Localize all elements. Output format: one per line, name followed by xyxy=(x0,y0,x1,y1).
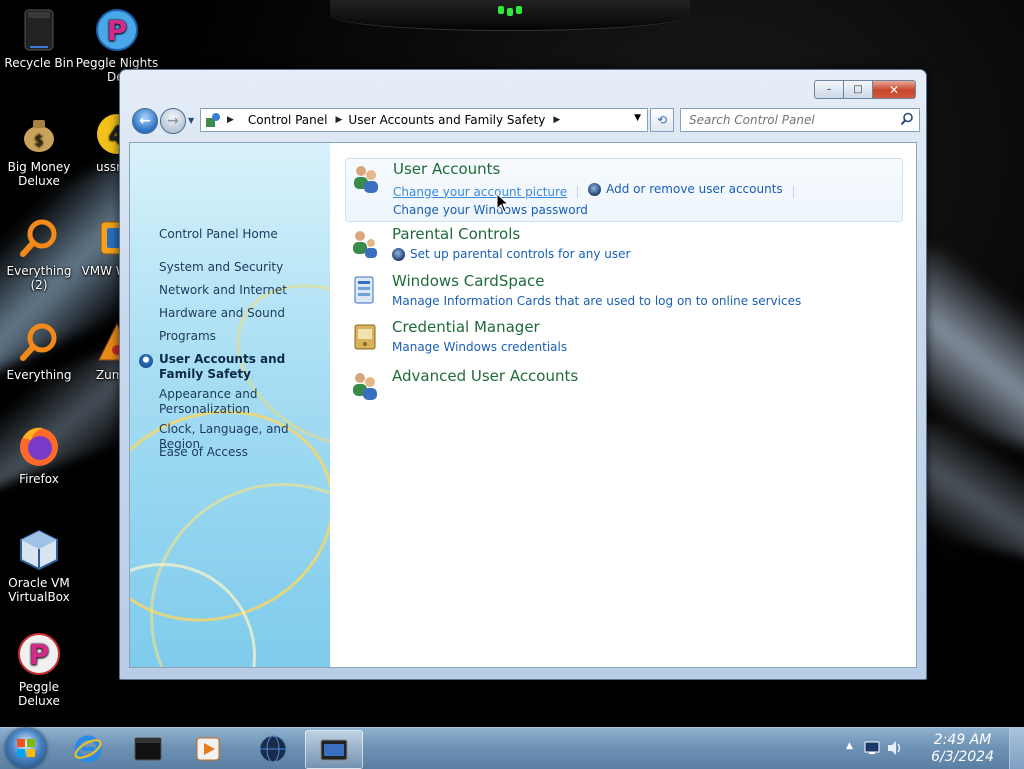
nav-user-accounts-and-family-safety[interactable]: User Accounts and Family Safety xyxy=(159,352,324,382)
search-box[interactable] xyxy=(680,108,920,132)
taskbar-internet-explorer[interactable] xyxy=(60,730,116,767)
internet-explorer-icon xyxy=(74,735,102,762)
magnifier-icon xyxy=(17,320,61,364)
add-remove-accounts-link[interactable]: Add or remove user accounts xyxy=(588,180,783,198)
wallpaper-top-ornament xyxy=(330,0,690,31)
refresh-button[interactable]: ⟲ xyxy=(650,108,674,132)
breadcrumb-user-accounts[interactable]: User Accounts and Family Safety ▶ xyxy=(348,113,560,127)
nav-control-panel-home[interactable]: Control Panel Home xyxy=(159,227,324,242)
nav-system-and-security[interactable]: System and Security xyxy=(159,260,324,275)
uac-shield-icon xyxy=(392,247,405,261)
uac-shield-icon xyxy=(588,182,602,196)
desktop-icon-virtualbox[interactable]: Oracle VM VirtualBox xyxy=(0,528,81,604)
category-credential-manager: Credential Manager Manage Windows creden… xyxy=(345,317,901,359)
back-arrow-icon: ← xyxy=(139,113,151,129)
content-area: Control Panel Home System and Security N… xyxy=(129,142,917,668)
control-panel-window-icon xyxy=(320,739,348,760)
desktop-icon-big-money[interactable]: $ Big Money Deluxe xyxy=(0,112,81,188)
setup-parental-controls-link[interactable]: Set up parental controls for any user xyxy=(392,245,630,263)
mouse-cursor-icon xyxy=(496,193,510,213)
system-tray: ▲ 2:49 AM 6/3/2024 xyxy=(824,728,1024,769)
maximize-button[interactable]: □ xyxy=(843,80,872,99)
categories-pane: User Accounts Change your account pictur… xyxy=(330,143,916,667)
desktop-icon-everything-2[interactable]: Everything (2) xyxy=(0,216,81,292)
nav-hardware-and-sound[interactable]: Hardware and Sound xyxy=(159,306,324,321)
address-row: ← → ▼ ▶ Control Panel ▶ User Accounts and… xyxy=(130,108,920,134)
credential-manager-title[interactable]: Credential Manager xyxy=(392,318,540,336)
breadcrumb-separator[interactable]: ▶ xyxy=(227,115,242,125)
taskbar-globe-app[interactable] xyxy=(245,730,301,767)
category-user-accounts: User Accounts Change your account pictur… xyxy=(345,158,903,222)
taskbar: ▲ 2:49 AM 6/3/2024 xyxy=(0,727,1024,769)
network-icon[interactable] xyxy=(864,741,880,755)
clock-date: 6/3/2024 xyxy=(931,749,994,765)
back-button[interactable]: ← xyxy=(132,108,158,134)
nav-ease-of-access[interactable]: Ease of Access xyxy=(159,445,324,460)
money-bag-icon: $ xyxy=(17,112,61,156)
navigation-pane: Control Panel Home System and Security N… xyxy=(130,143,330,667)
user-accounts-title[interactable]: User Accounts xyxy=(393,160,500,178)
parental-controls-title[interactable]: Parental Controls xyxy=(392,225,520,243)
current-location-icon xyxy=(139,354,153,368)
desktop-icon-firefox[interactable]: Firefox xyxy=(0,424,81,486)
manage-windows-credentials-link[interactable]: Manage Windows credentials xyxy=(392,338,567,356)
recent-pages-dropdown[interactable]: ▼ xyxy=(188,116,194,125)
virtualbox-icon xyxy=(17,528,61,572)
desktop-icon-peggle-deluxe[interactable]: P Peggle Deluxe xyxy=(0,632,81,708)
firefox-icon xyxy=(17,424,61,468)
advanced-user-accounts-title[interactable]: Advanced User Accounts xyxy=(392,367,578,385)
terminal-icon xyxy=(134,737,162,760)
volume-icon[interactable] xyxy=(886,740,902,756)
peggle-icon: P xyxy=(95,8,139,52)
svg-text:P: P xyxy=(29,638,50,671)
nav-programs[interactable]: Programs xyxy=(159,329,324,344)
category-advanced-user-accounts: Advanced User Accounts xyxy=(345,366,901,402)
category-parental-controls: Parental Controls Set up parental contro… xyxy=(345,224,901,266)
svg-text:$: $ xyxy=(34,131,44,149)
address-bar[interactable]: ▶ Control Panel ▶ User Accounts and Famil… xyxy=(200,108,648,132)
windows-logo-icon xyxy=(17,739,35,757)
manage-information-cards-link[interactable]: Manage Information Cards that are used t… xyxy=(392,292,801,310)
user-accounts-icon[interactable] xyxy=(350,162,382,194)
start-button[interactable] xyxy=(6,728,46,768)
globe-icon xyxy=(259,735,287,762)
show-desktop-button[interactable] xyxy=(1009,728,1024,769)
cardspace-icon[interactable] xyxy=(349,274,381,306)
credential-manager-icon[interactable] xyxy=(349,320,381,352)
desktop-icon-everything[interactable]: Everything xyxy=(0,320,81,382)
svg-text:P: P xyxy=(107,14,128,47)
search-input[interactable] xyxy=(687,112,891,128)
windows-cardspace-title[interactable]: Windows CardSpace xyxy=(392,272,545,290)
clock-time: 2:49 AM xyxy=(933,732,992,748)
minimize-button[interactable]: – xyxy=(814,80,843,99)
change-account-picture-link[interactable]: Change your account picture xyxy=(393,183,567,201)
recycle-bin-icon xyxy=(17,8,61,52)
media-player-icon xyxy=(196,737,220,760)
peggle-icon: P xyxy=(17,632,61,676)
desktop-icon-recycle-bin[interactable]: Recycle Bin xyxy=(0,8,81,70)
taskbar-control-panel[interactable] xyxy=(305,730,363,769)
forward-button[interactable]: → xyxy=(160,108,186,134)
control-panel-window: – □ ✕ ← → ▼ ▶ Control Panel ▶ User Accoun… xyxy=(119,69,927,680)
forward-arrow-icon: → xyxy=(167,113,179,129)
clock[interactable]: 2:49 AM 6/3/2024 xyxy=(931,732,994,766)
search-icon[interactable] xyxy=(900,112,914,126)
refresh-icon: ⟲ xyxy=(656,113,668,127)
category-windows-cardspace: Windows CardSpace Manage Information Car… xyxy=(345,271,901,313)
nav-appearance-and-personalization[interactable]: Appearance and Personalization xyxy=(159,387,324,417)
show-hidden-icons-button[interactable]: ▲ xyxy=(846,741,853,751)
advanced-user-accounts-icon[interactable] xyxy=(349,369,381,401)
caption-buttons: – □ ✕ xyxy=(814,80,916,99)
change-windows-password-link[interactable]: Change your Windows password xyxy=(393,201,588,219)
nav-network-and-internet[interactable]: Network and Internet xyxy=(159,283,324,298)
magnifier-icon xyxy=(17,216,61,260)
breadcrumb-control-panel[interactable]: Control Panel ▶ xyxy=(248,113,343,127)
close-button[interactable]: ✕ xyxy=(872,80,916,99)
taskbar-command-prompt[interactable] xyxy=(120,730,176,767)
parental-controls-icon[interactable] xyxy=(349,227,381,259)
control-panel-icon xyxy=(206,113,220,127)
address-dropdown-icon[interactable]: ▼ xyxy=(634,113,641,123)
taskbar-media-player[interactable] xyxy=(180,730,236,767)
